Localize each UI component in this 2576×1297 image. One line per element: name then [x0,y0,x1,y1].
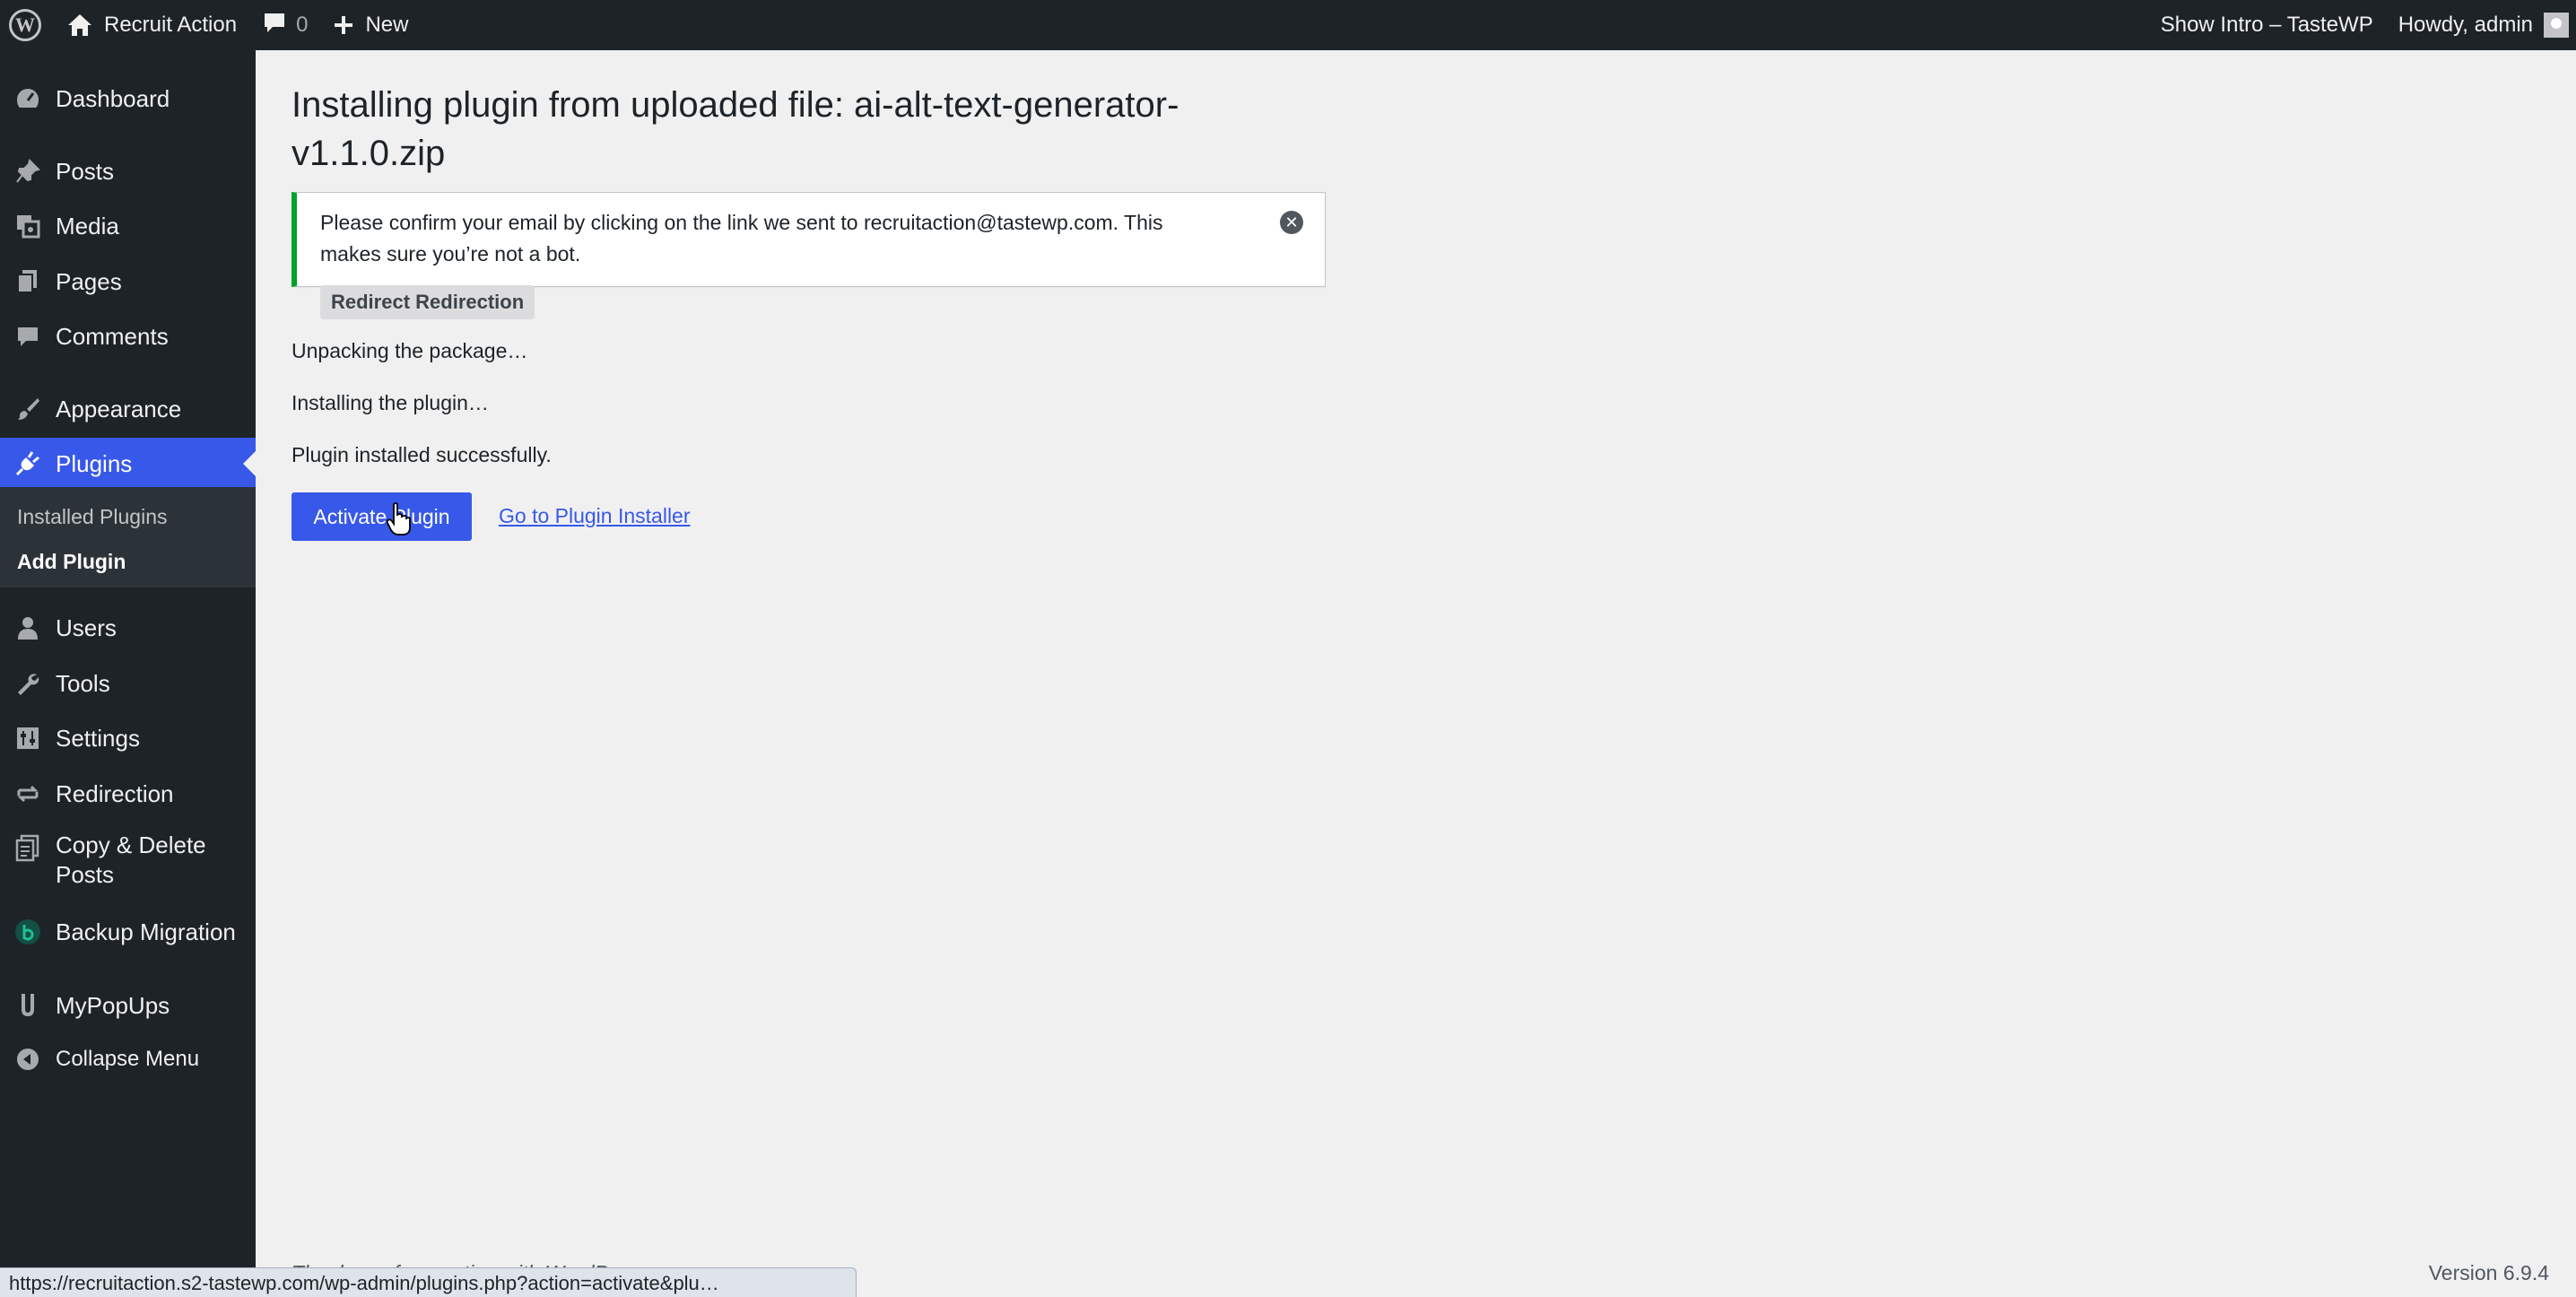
plus-icon [333,14,354,36]
sidebar-item-copy-delete-posts[interactable]: Copy & Delete Posts [0,831,256,893]
wordpress-logo-button[interactable]: W [0,0,54,50]
sidebar-item-posts[interactable]: Posts [0,153,256,189]
admin-sidebar: Dashboard Posts Media Pages Comments App… [0,50,256,1297]
sidebar-item-label: Users [56,614,117,641]
sidebar-item-media[interactable]: Media [0,208,256,244]
sidebar-item-label: Copy & Delete Posts [56,831,206,888]
sidebar-item-label: Posts [56,157,115,185]
sidebar-item-label: Pages [56,267,122,295]
sidebar-item-dashboard[interactable]: Dashboard [0,81,256,117]
sidebar-item-plugins[interactable]: Plugins [0,438,256,490]
sidebar-item-label: Collapse Menu [56,1047,200,1071]
collapse-icon [0,1047,56,1072]
plugin-icon [0,450,56,477]
show-intro-link[interactable]: Show Intro – TasteWP [2148,0,2386,50]
sidebar-item-label: Media [56,212,119,239]
new-content-link[interactable]: New [320,0,421,50]
comment-count: 0 [296,13,309,37]
sidebar-item-label: Appearance [56,395,182,422]
sidebar-item-label: Comments [56,322,169,350]
howdy-text: Howdy, admin [2398,13,2533,37]
activate-plugin-button[interactable]: Activate Plugin [292,492,472,541]
backup-icon [0,918,56,946]
sidebar-item-comments[interactable]: Comments [0,318,256,354]
sidebar-item-mypopups[interactable]: MyPopUps [0,988,256,1023]
avatar [2544,13,2569,38]
submenu-installed-plugins[interactable]: Installed Plugins [17,505,168,529]
site-name-link[interactable]: Recruit Action [54,0,249,50]
sidebar-item-label: Tools [56,669,110,697]
settings-icon [0,726,56,751]
media-icon [0,213,56,239]
sidebar-item-label: Plugins [56,449,133,477]
footer-version: Version 6.9.4 [2428,1261,2549,1284]
home-icon [66,13,93,38]
notice-text: Please confirm your email by clicking on… [320,211,1163,265]
wrench-icon [0,671,56,696]
admin-bar: W Recruit Action 0 New Show Intro – Tast… [0,0,2576,50]
dismiss-notice-button[interactable]: ✕ [1280,211,1303,234]
pin-icon [0,159,56,184]
redirect-icon [0,781,56,806]
comments-link[interactable]: 0 [249,0,320,50]
main-content: Installing plugin from uploaded file: ai… [256,50,2576,1297]
sidebar-item-redirection[interactable]: Redirection [0,776,256,812]
sidebar-item-label: Redirection [56,779,174,807]
sidebar-item-users[interactable]: Users [0,610,256,646]
sidebar-item-label: Backup Migration [56,918,236,945]
sidebar-item-label: Dashboard [56,84,170,112]
redirect-redirection-button[interactable]: Redirect Redirection [320,285,535,319]
wordpress-logo-icon: W [9,9,41,41]
new-label: New [365,13,409,37]
go-to-plugin-installer-link[interactable]: Go to Plugin Installer [499,504,691,528]
comment-icon [262,10,287,41]
sidebar-item-label: MyPopUps [56,991,170,1019]
collapse-menu-button[interactable]: Collapse Menu [0,1041,256,1077]
submenu-add-plugin[interactable]: Add Plugin [17,550,126,574]
hand-cursor-icon [386,502,411,535]
pages-icon [0,268,56,295]
status-bar-url: https://recruitaction.s2-tastewp.com/wp-… [0,1267,857,1297]
close-icon: ✕ [1284,213,1299,231]
popup-icon [0,991,56,1020]
sidebar-item-appearance[interactable]: Appearance [0,391,256,427]
brush-icon [0,396,56,422]
sidebar-item-tools[interactable]: Tools [0,666,256,701]
sidebar-item-label: Settings [56,724,140,752]
email-confirm-notice: Please confirm your email by clicking on… [292,192,1326,287]
status-success: Plugin installed successfully. [292,443,552,466]
user-icon [0,615,56,640]
sidebar-item-pages[interactable]: Pages [0,264,256,300]
comment-icon [0,324,56,349]
plugins-submenu: Installed Plugins Add Plugin [0,487,256,588]
status-unpacking: Unpacking the package… [292,339,528,362]
my-account-link[interactable]: Howdy, admin [2386,0,2569,50]
dashboard-icon [0,85,56,112]
status-installing: Installing the plugin… [292,391,489,414]
site-name: Recruit Action [104,13,238,37]
copy-icon [0,831,56,863]
sidebar-item-settings[interactable]: Settings [0,720,256,756]
page-title: Installing plugin from uploaded file: ai… [292,85,1179,173]
sidebar-item-backup-migration[interactable]: Backup Migration [0,914,256,950]
